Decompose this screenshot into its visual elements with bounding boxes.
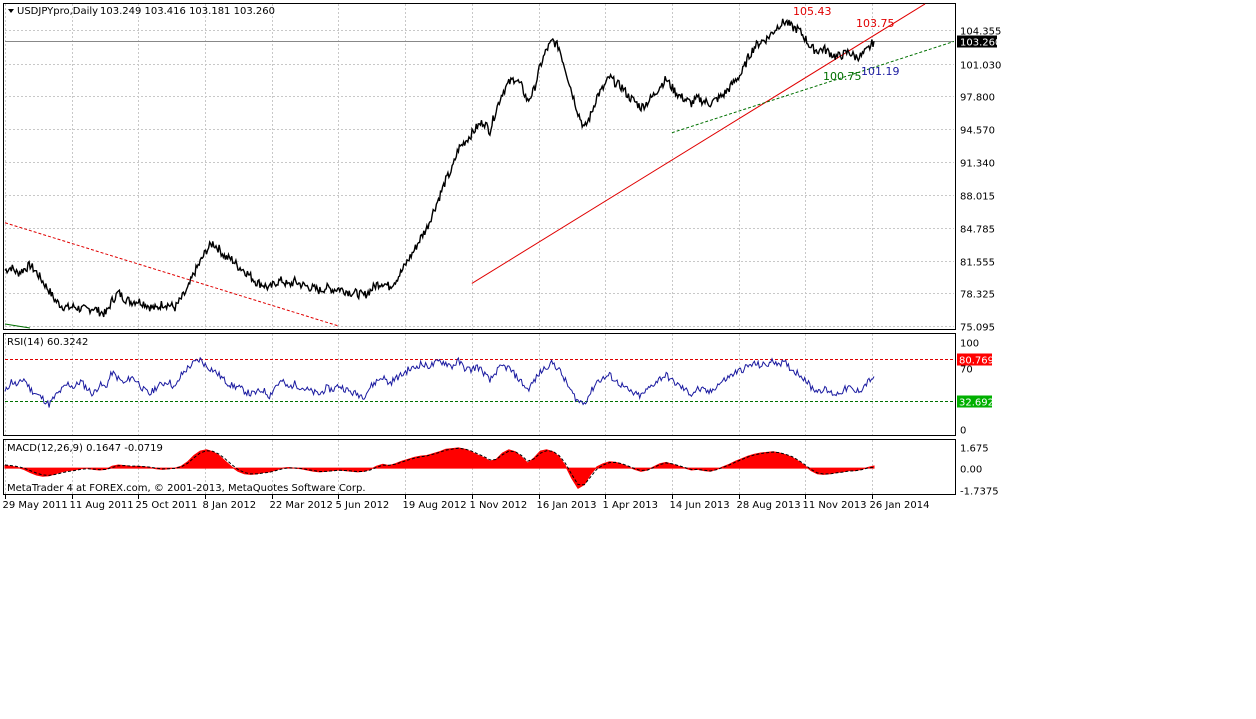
macd-y-tick-label: -1.7375 <box>960 487 999 498</box>
price-y-tick-label: 101.030 <box>960 61 1001 72</box>
time-axis-label: 16 Jan 2013 <box>537 500 597 511</box>
price-panel[interactable]: 105.43103.75100.75 101.19 104.355101.0309… <box>3 3 1002 334</box>
rsi-title: RSI(14) 60.3242 <box>7 337 88 348</box>
rsi-panel[interactable]: 10070080.76932.692 RSI(14) 60.3242 <box>3 333 995 437</box>
macd-title: MACD(12,26,9) 0.1647 -0.0719 <box>7 443 163 454</box>
rsi-lower-level-label: 32.692 <box>959 398 994 409</box>
last-price-label: 103.260 <box>960 38 1001 49</box>
time-axis-label: 19 Aug 2012 <box>403 500 467 511</box>
annotation-resistance-label: 103.75 <box>856 17 895 30</box>
rsi-y-axis: 10070080.76932.692 <box>957 339 994 437</box>
time-axis-label: 11 Nov 2013 <box>803 500 867 511</box>
time-axis-label: 22 Mar 2012 <box>270 500 333 511</box>
price-y-tick-label: 94.570 <box>960 126 995 137</box>
price-y-tick-label: 78.325 <box>960 290 995 301</box>
price-y-tick-label: 84.785 <box>960 225 995 236</box>
annotation-low-label: 101.19 <box>861 65 900 78</box>
time-axis-label: 5 Jun 2012 <box>336 500 390 511</box>
annotation-support-label: 100.75 <box>823 70 862 83</box>
rsi-panel-frame <box>3 333 956 436</box>
price-y-tick-label: 75.095 <box>960 323 995 334</box>
symbol-title: USDJPYpro,Daily <box>17 6 98 17</box>
macd-panel[interactable]: 1.675 0.00 -1.7375 MACD(12,26,9) 0.1647 -0… <box>3 439 999 498</box>
price-y-tick-label: 97.800 <box>960 93 995 104</box>
price-y-tick-label: 81.555 <box>960 258 995 269</box>
symbol-header: USDJPYpro,Daily 103.249 103.416 103.181 … <box>8 6 275 17</box>
price-y-tick-label: 88.015 <box>960 192 995 203</box>
price-panel-frame <box>3 3 956 330</box>
time-axis-label: 14 Jun 2013 <box>670 500 730 511</box>
watermark-text: MetaTrader 4 at FOREX.com, © 2001-2013, … <box>7 483 366 494</box>
price-y-axis: 104.355101.03097.80094.57091.34088.01584… <box>957 27 1001 334</box>
rsi-y-tick-label: 0 <box>960 426 966 437</box>
macd-y-tick-label: 0.00 <box>960 465 982 476</box>
time-axis-label: 29 May 2011 <box>3 500 68 511</box>
rsi-y-tick-label: 100 <box>960 339 979 350</box>
time-axis-label: 1 Nov 2012 <box>470 500 528 511</box>
time-axis-label: 26 Jan 2014 <box>870 500 930 511</box>
chart-window: 105.43103.75100.75 101.19 104.355101.0309… <box>3 3 1002 511</box>
rsi-upper-level-label: 80.769 <box>959 356 994 367</box>
time-axis: 29 May 2011 11 Aug 2011 25 Oct 2011 8 Jan 2… <box>3 495 930 511</box>
time-axis-label: 1 Apr 2013 <box>603 500 658 511</box>
time-axis-label: 25 Oct 2011 <box>136 500 198 511</box>
time-axis-label: 11 Aug 2011 <box>70 500 134 511</box>
time-axis-label: 8 Jan 2012 <box>203 500 257 511</box>
time-axis-label: 28 Aug 2013 <box>737 500 801 511</box>
price-y-tick-label: 91.340 <box>960 159 995 170</box>
macd-y-axis: 1.675 0.00 -1.7375 <box>960 444 999 498</box>
annotation-high-label: 105.43 <box>793 5 832 18</box>
macd-y-tick-label: 1.675 <box>960 444 989 455</box>
ohlc-readout: 103.249 103.416 103.181 103.260 <box>100 6 275 17</box>
